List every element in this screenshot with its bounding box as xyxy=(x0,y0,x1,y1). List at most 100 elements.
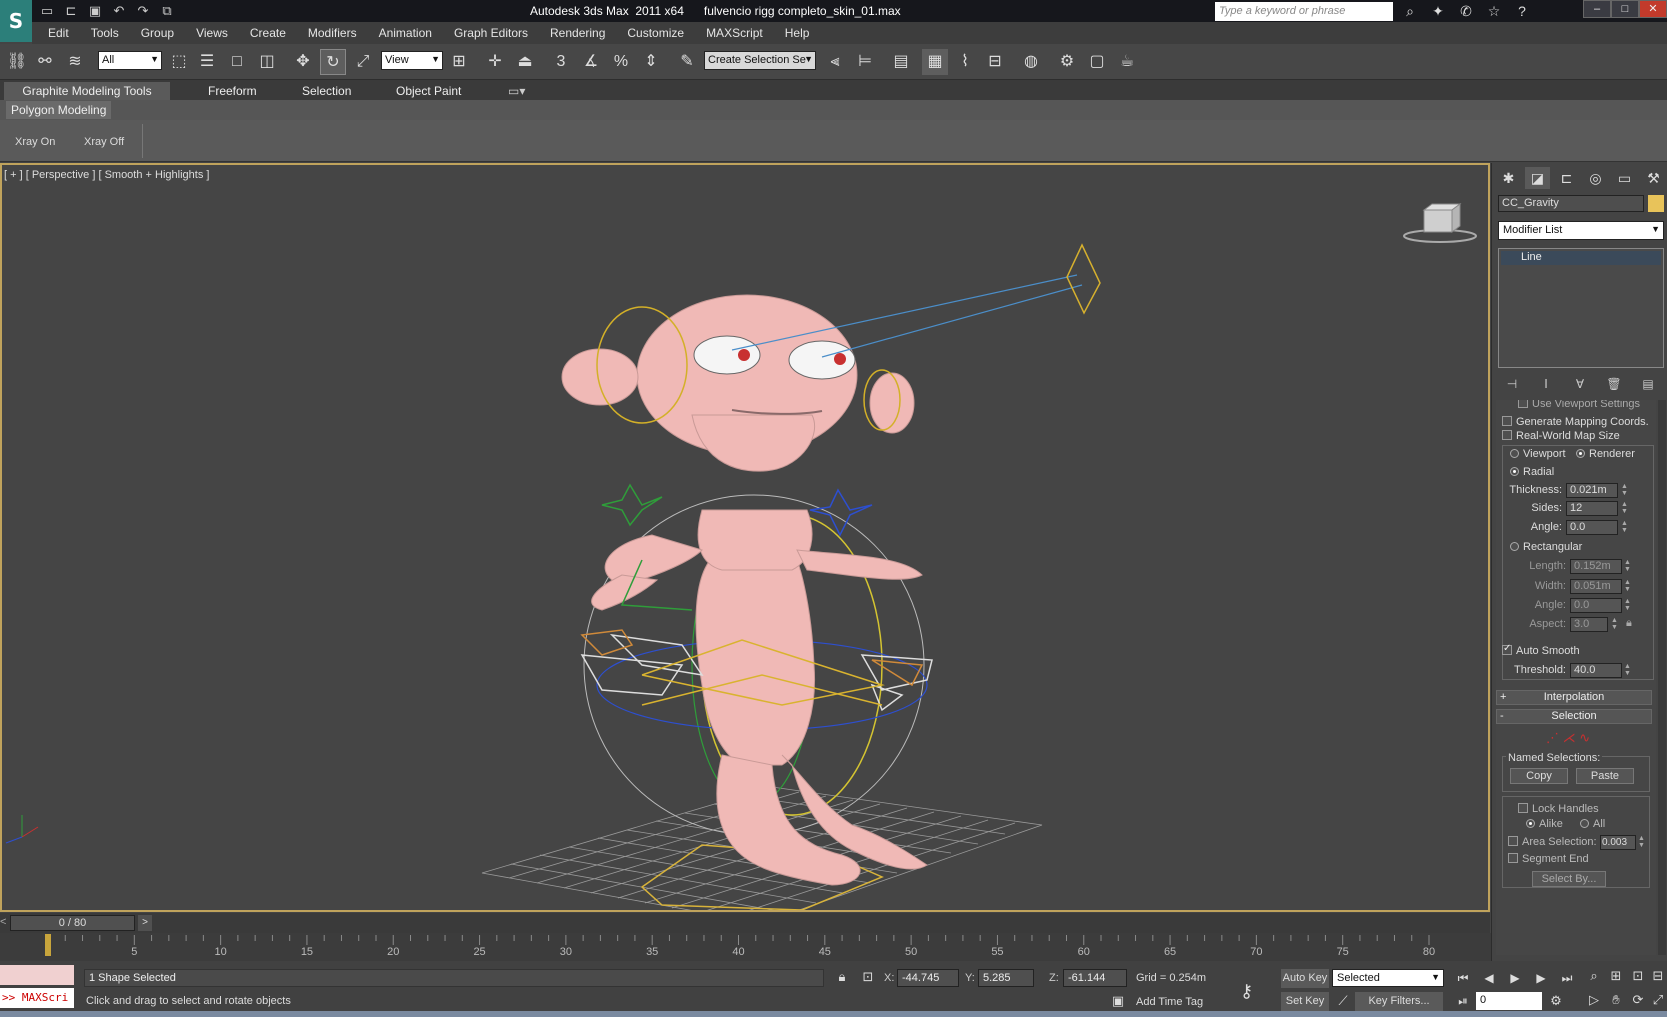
align-icon[interactable]: ⊨ xyxy=(852,49,878,75)
z-coordinate-field[interactable]: -61.144 xyxy=(1063,969,1127,987)
track-bar[interactable]: 5 10 15 20 25 30 35 40 45 50 55 60 65 70 75 80 xyxy=(0,933,1667,961)
viewport-radio[interactable]: Viewport xyxy=(1510,448,1566,460)
utilities-tab-icon[interactable]: ⚒ xyxy=(1641,167,1666,189)
maximize-button[interactable]: □ xyxy=(1611,0,1639,18)
area-selection-spinner[interactable]: 0.003 xyxy=(1600,835,1636,850)
go-to-start-icon[interactable]: ⏮ xyxy=(1452,969,1474,987)
pivot-center-icon[interactable]: ⊞ xyxy=(446,49,472,75)
modify-tab-icon[interactable]: ◪ xyxy=(1525,167,1550,189)
add-time-tag-button[interactable]: Add Time Tag xyxy=(1136,996,1203,1008)
width-spin-arrows[interactable]: ▲ ▼ xyxy=(1624,579,1632,594)
named-selection-dropdown[interactable]: Create Selection Se ▼ xyxy=(704,51,816,70)
viewcube-icon[interactable] xyxy=(1400,200,1480,250)
xray-off-button[interactable]: Xray Off xyxy=(84,136,124,148)
stack-item-line[interactable]: Line xyxy=(1501,251,1661,265)
menu-help[interactable]: Help xyxy=(785,26,810,40)
move-icon[interactable]: ✥ xyxy=(290,49,316,75)
segment-end-checkbox[interactable]: Segment End xyxy=(1508,853,1589,865)
renderer-radio[interactable]: Renderer xyxy=(1576,448,1635,460)
reference-coord-dropdown[interactable]: View ▼ xyxy=(381,51,443,70)
area-selection-spin-arrows[interactable]: ▲ ▼ xyxy=(1638,835,1646,850)
subscription-icon[interactable]: ✦ xyxy=(1428,2,1448,20)
menu-graph-editors[interactable]: Graph Editors xyxy=(454,26,528,40)
create-tab-icon[interactable]: ✱ xyxy=(1496,167,1521,189)
ribbon-options-icon[interactable]: ▭▾ xyxy=(500,82,533,100)
app-logo-icon[interactable]: S xyxy=(0,0,32,42)
mirror-icon[interactable]: ⫷ xyxy=(822,49,848,75)
paste-button[interactable]: Paste xyxy=(1576,768,1634,784)
select-by-button[interactable]: Select By... xyxy=(1532,871,1606,887)
default-tangent-icon[interactable]: ⟋ xyxy=(1333,991,1353,1011)
width-spinner[interactable]: 0.051m xyxy=(1570,579,1622,594)
real-world-checkbox[interactable]: Real-World Map Size xyxy=(1502,430,1620,442)
hierarchy-tab-icon[interactable]: ⊏ xyxy=(1554,167,1579,189)
redo-icon[interactable]: ↷ xyxy=(134,2,152,20)
help-icon[interactable]: ? xyxy=(1512,2,1532,20)
y-coordinate-field[interactable]: 5.285 xyxy=(978,969,1034,987)
angle-spinner[interactable]: 0.0 xyxy=(1566,520,1618,535)
configure-modifier-sets-icon[interactable]: ▤ xyxy=(1638,377,1658,395)
tab-graphite-modeling-tools[interactable]: Graphite Modeling Tools xyxy=(4,82,170,100)
render-setup-icon[interactable]: ⚙ xyxy=(1054,49,1080,75)
radial-radio[interactable]: Radial xyxy=(1510,466,1554,478)
show-end-result-icon[interactable]: Ⅰ xyxy=(1536,377,1556,395)
time-slider-next-icon[interactable]: > xyxy=(138,915,152,931)
next-frame-icon[interactable]: ▶︎ xyxy=(1530,969,1552,987)
pan-view-icon[interactable]: ✋︎ xyxy=(1606,990,1626,1010)
angle2-spinner[interactable]: 0.0 xyxy=(1570,598,1622,613)
zoom-extents-all-icon[interactable]: ⊟ xyxy=(1648,966,1667,986)
percent-snap-icon[interactable]: % xyxy=(608,49,634,75)
menu-modifiers[interactable]: Modifiers xyxy=(308,26,357,40)
length-spin-arrows[interactable]: ▲ ▼ xyxy=(1624,559,1632,574)
rectangular-radio[interactable]: Rectangular xyxy=(1510,541,1582,553)
all-radio[interactable]: All xyxy=(1580,818,1605,830)
subobject-level-icons[interactable]: ⋰ ⋌ ∿ xyxy=(1546,730,1590,746)
modifier-list-dropdown[interactable]: Modifier List ▼ xyxy=(1498,221,1664,240)
copy-button[interactable]: Copy xyxy=(1510,768,1568,784)
sides-spin-arrows[interactable]: ▲ ▼ xyxy=(1621,501,1629,516)
auto-smooth-checkbox[interactable]: Auto Smooth xyxy=(1502,643,1580,657)
rendered-frame-window-icon[interactable]: ▢ xyxy=(1084,49,1110,75)
search-input[interactable]: Type a keyword or phrase xyxy=(1215,2,1393,21)
length-spinner[interactable]: 0.152m xyxy=(1570,559,1622,574)
command-panel-scrollbar[interactable] xyxy=(1658,400,1666,955)
edit-named-selection-icon[interactable]: ✎ xyxy=(674,49,700,75)
rotate-icon[interactable]: ↻ xyxy=(320,49,346,75)
angle-snap-icon[interactable]: ∡ xyxy=(578,49,604,75)
save-icon[interactable]: ▣ xyxy=(86,2,104,20)
time-slider[interactable]: 0 / 80 xyxy=(10,915,135,931)
menu-customize[interactable]: Customize xyxy=(627,26,684,40)
project-folder-icon[interactable]: ⧉ xyxy=(158,2,176,20)
key-mode-dropdown[interactable]: Selected ▼ xyxy=(1332,969,1444,987)
schematic-view-icon[interactable]: ⊟ xyxy=(982,49,1008,75)
remove-modifier-icon[interactable]: 🗑︎ xyxy=(1604,377,1624,395)
orbit-icon[interactable]: ⟳ xyxy=(1628,990,1648,1010)
angle-spin-arrows[interactable]: ▲ ▼ xyxy=(1621,520,1629,535)
favorites-star-icon[interactable]: ☆ xyxy=(1484,2,1504,20)
zoom-extents-icon[interactable]: ⊡ xyxy=(1628,966,1648,986)
menu-tools[interactable]: Tools xyxy=(91,26,119,40)
rect-selection-icon[interactable]: □ xyxy=(224,49,250,75)
minimize-button[interactable]: – xyxy=(1583,0,1611,18)
render-production-icon[interactable]: ☕ xyxy=(1114,49,1140,75)
communication-icon[interactable]: ✆ xyxy=(1456,2,1476,20)
key-filters-button[interactable]: Key Filters... xyxy=(1355,992,1443,1011)
open-file-icon[interactable]: ⊏ xyxy=(62,2,80,20)
object-name-field[interactable]: CC_Gravity xyxy=(1498,195,1644,212)
maxscript-mini-listener[interactable]: >> MAXScri xyxy=(0,988,74,1008)
menu-animation[interactable]: Animation xyxy=(379,26,432,40)
bind-space-warp-icon[interactable]: ≋ xyxy=(62,49,88,75)
lock-selection-icon[interactable]: 🔒︎ xyxy=(832,967,852,987)
motion-tab-icon[interactable]: ◎ xyxy=(1583,167,1608,189)
set-key-icon[interactable]: ⚷ xyxy=(1240,981,1253,1002)
time-tag-icon[interactable]: ▣ xyxy=(1108,991,1128,1011)
lock-handles-checkbox[interactable]: Lock Handles xyxy=(1518,803,1599,815)
absolute-mode-icon[interactable]: ⊡ xyxy=(858,967,878,987)
x-coordinate-field[interactable]: -44.745 xyxy=(897,969,959,987)
object-color-swatch[interactable] xyxy=(1648,195,1664,212)
field-of-view-icon[interactable]: ▷ xyxy=(1584,990,1604,1010)
graphite-toggle-icon[interactable]: ▦ xyxy=(922,49,948,75)
current-frame-field[interactable]: 0 xyxy=(1476,992,1542,1010)
menu-maxscript[interactable]: MAXScript xyxy=(706,26,763,40)
maximize-viewport-icon[interactable]: ⤢ xyxy=(1648,990,1667,1010)
